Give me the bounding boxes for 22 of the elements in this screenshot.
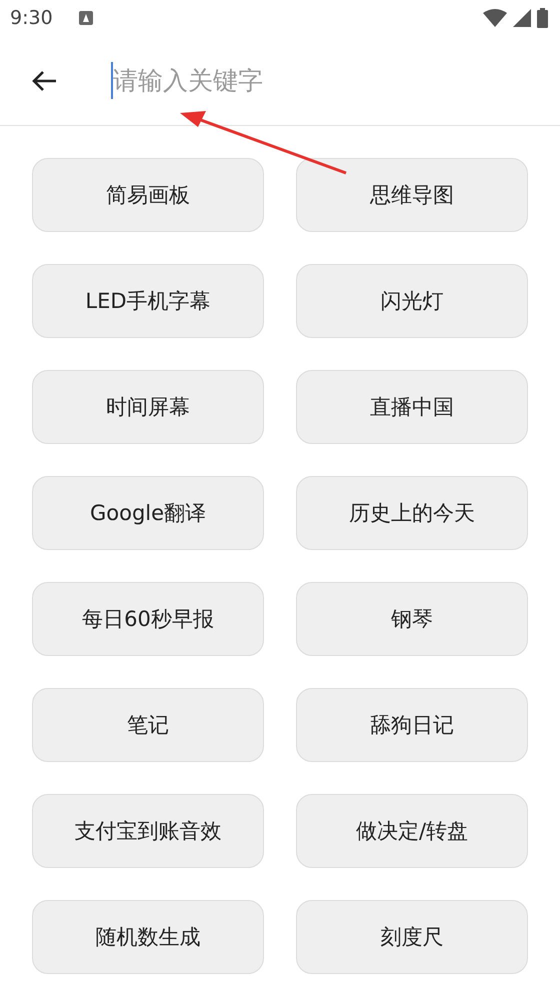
tool-button[interactable]: 时间屏幕	[32, 370, 264, 444]
tool-button[interactable]: 随机数生成	[32, 900, 264, 974]
tool-button[interactable]: 简易画板	[32, 158, 264, 232]
tool-button[interactable]: 支付宝到账音效	[32, 794, 264, 868]
tool-button[interactable]: Google翻译	[32, 476, 264, 550]
tool-button[interactable]: 舔狗日记	[296, 688, 528, 762]
tool-button[interactable]: 做决定/转盘	[296, 794, 528, 868]
tool-button[interactable]: 笔记	[32, 688, 264, 762]
tool-button[interactable]: 刻度尺	[296, 900, 528, 974]
tool-button[interactable]: 历史上的今天	[296, 476, 528, 550]
tool-button[interactable]: 钢琴	[296, 582, 528, 656]
status-time: 9:30	[10, 7, 53, 29]
tool-button[interactable]: 思维导图	[296, 158, 528, 232]
battery-icon	[537, 8, 548, 28]
back-arrow-icon[interactable]	[31, 70, 57, 92]
notification-icon	[78, 11, 93, 25]
tool-button[interactable]: 闪光灯	[296, 264, 528, 338]
tool-button[interactable]: 每日60秒早报	[32, 582, 264, 656]
tool-button[interactable]: 直播中国	[296, 370, 528, 444]
signal-icon	[513, 9, 531, 27]
tool-button[interactable]: LED手机字幕	[32, 264, 264, 338]
wifi-icon	[483, 9, 507, 27]
